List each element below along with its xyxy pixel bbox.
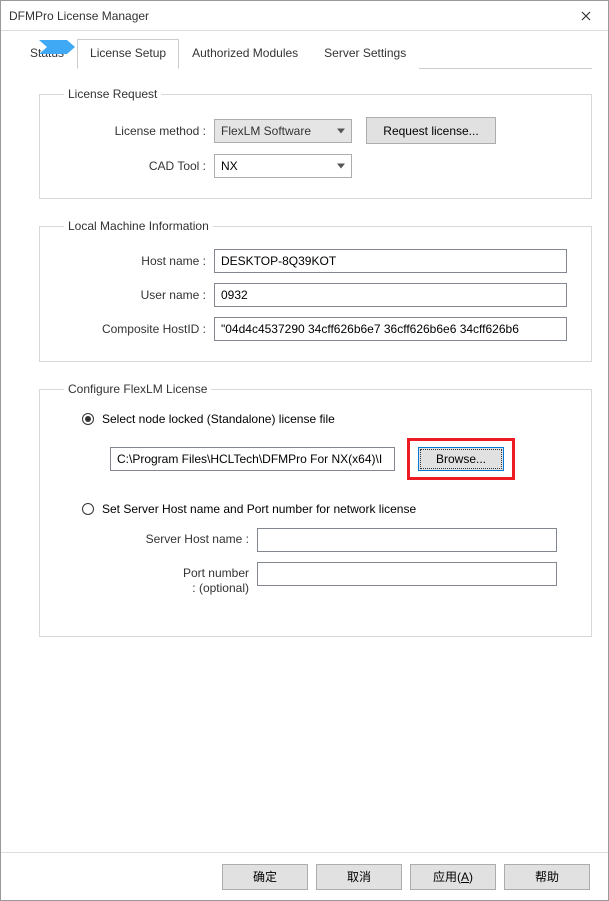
radio-row-standalone[interactable]: Select node locked (Standalone) license … bbox=[64, 412, 567, 426]
tab-license-setup[interactable]: License Setup bbox=[77, 39, 179, 69]
legend-license-request: License Request bbox=[64, 87, 161, 101]
combo-cad-tool[interactable]: NX bbox=[214, 154, 352, 178]
radio-network[interactable] bbox=[82, 503, 94, 515]
label-user-name: User name : bbox=[64, 288, 214, 302]
group-local-machine: Local Machine Information Host name : DE… bbox=[39, 219, 592, 362]
window-frame: DFMPro License Manager Status License Se… bbox=[0, 0, 609, 901]
input-host-name[interactable]: DESKTOP-8Q39KOT bbox=[214, 249, 567, 273]
close-button[interactable] bbox=[563, 1, 608, 31]
label-cad-tool: CAD Tool : bbox=[64, 159, 214, 173]
radio-network-label: Set Server Host name and Port number for… bbox=[102, 502, 416, 516]
chevron-down-icon bbox=[337, 128, 345, 133]
content-area: Status License Setup Authorized Modules … bbox=[1, 31, 608, 852]
titlebar: DFMPro License Manager bbox=[1, 1, 608, 31]
legend-flexlm: Configure FlexLM License bbox=[64, 382, 211, 396]
input-port-number[interactable] bbox=[257, 562, 557, 586]
legend-local-machine: Local Machine Information bbox=[64, 219, 213, 233]
cancel-button[interactable]: 取消 bbox=[316, 864, 402, 890]
window-title: DFMPro License Manager bbox=[9, 9, 563, 23]
tab-status[interactable]: Status bbox=[17, 39, 77, 69]
radio-standalone-label: Select node locked (Standalone) license … bbox=[102, 412, 335, 426]
label-server-host: Server Host name : bbox=[82, 528, 257, 547]
tab-authorized-modules[interactable]: Authorized Modules bbox=[179, 39, 311, 69]
combo-license-method-value: FlexLM Software bbox=[221, 124, 311, 138]
label-port-number: Port number: (optional) bbox=[82, 562, 257, 596]
tabbar: Status License Setup Authorized Modules … bbox=[17, 39, 592, 69]
close-icon bbox=[581, 11, 591, 21]
radio-row-network[interactable]: Set Server Host name and Port number for… bbox=[64, 502, 567, 516]
footer-buttons: 确定 取消 应用(A) 帮助 bbox=[1, 852, 608, 900]
label-host-name: Host name : bbox=[64, 254, 214, 268]
combo-license-method: FlexLM Software bbox=[214, 119, 352, 143]
apply-button[interactable]: 应用(A) bbox=[410, 864, 496, 890]
browse-button[interactable]: Browse... bbox=[418, 447, 504, 471]
request-license-button[interactable]: Request license... bbox=[366, 117, 496, 144]
ok-button[interactable]: 确定 bbox=[222, 864, 308, 890]
radio-standalone[interactable] bbox=[82, 413, 94, 425]
label-license-method: License method : bbox=[64, 124, 214, 138]
chevron-down-icon bbox=[337, 164, 345, 169]
tab-panel: License Request License method : FlexLM … bbox=[17, 87, 592, 844]
label-composite-hostid: Composite HostID : bbox=[64, 322, 214, 336]
highlight-box: Browse... bbox=[407, 438, 515, 480]
input-license-path[interactable]: C:\Program Files\HCLTech\DFMPro For NX(x… bbox=[110, 447, 395, 471]
input-server-host[interactable] bbox=[257, 528, 557, 552]
group-flexlm: Configure FlexLM License Select node loc… bbox=[39, 382, 592, 637]
group-license-request: License Request License method : FlexLM … bbox=[39, 87, 592, 199]
tab-server-settings[interactable]: Server Settings bbox=[311, 39, 419, 69]
help-button[interactable]: 帮助 bbox=[504, 864, 590, 890]
combo-cad-tool-value: NX bbox=[221, 159, 238, 173]
input-composite-hostid[interactable]: "04d4c4537290 34cff626b6e7 36cff626b6e6 … bbox=[214, 317, 567, 341]
input-user-name[interactable]: 0932 bbox=[214, 283, 567, 307]
